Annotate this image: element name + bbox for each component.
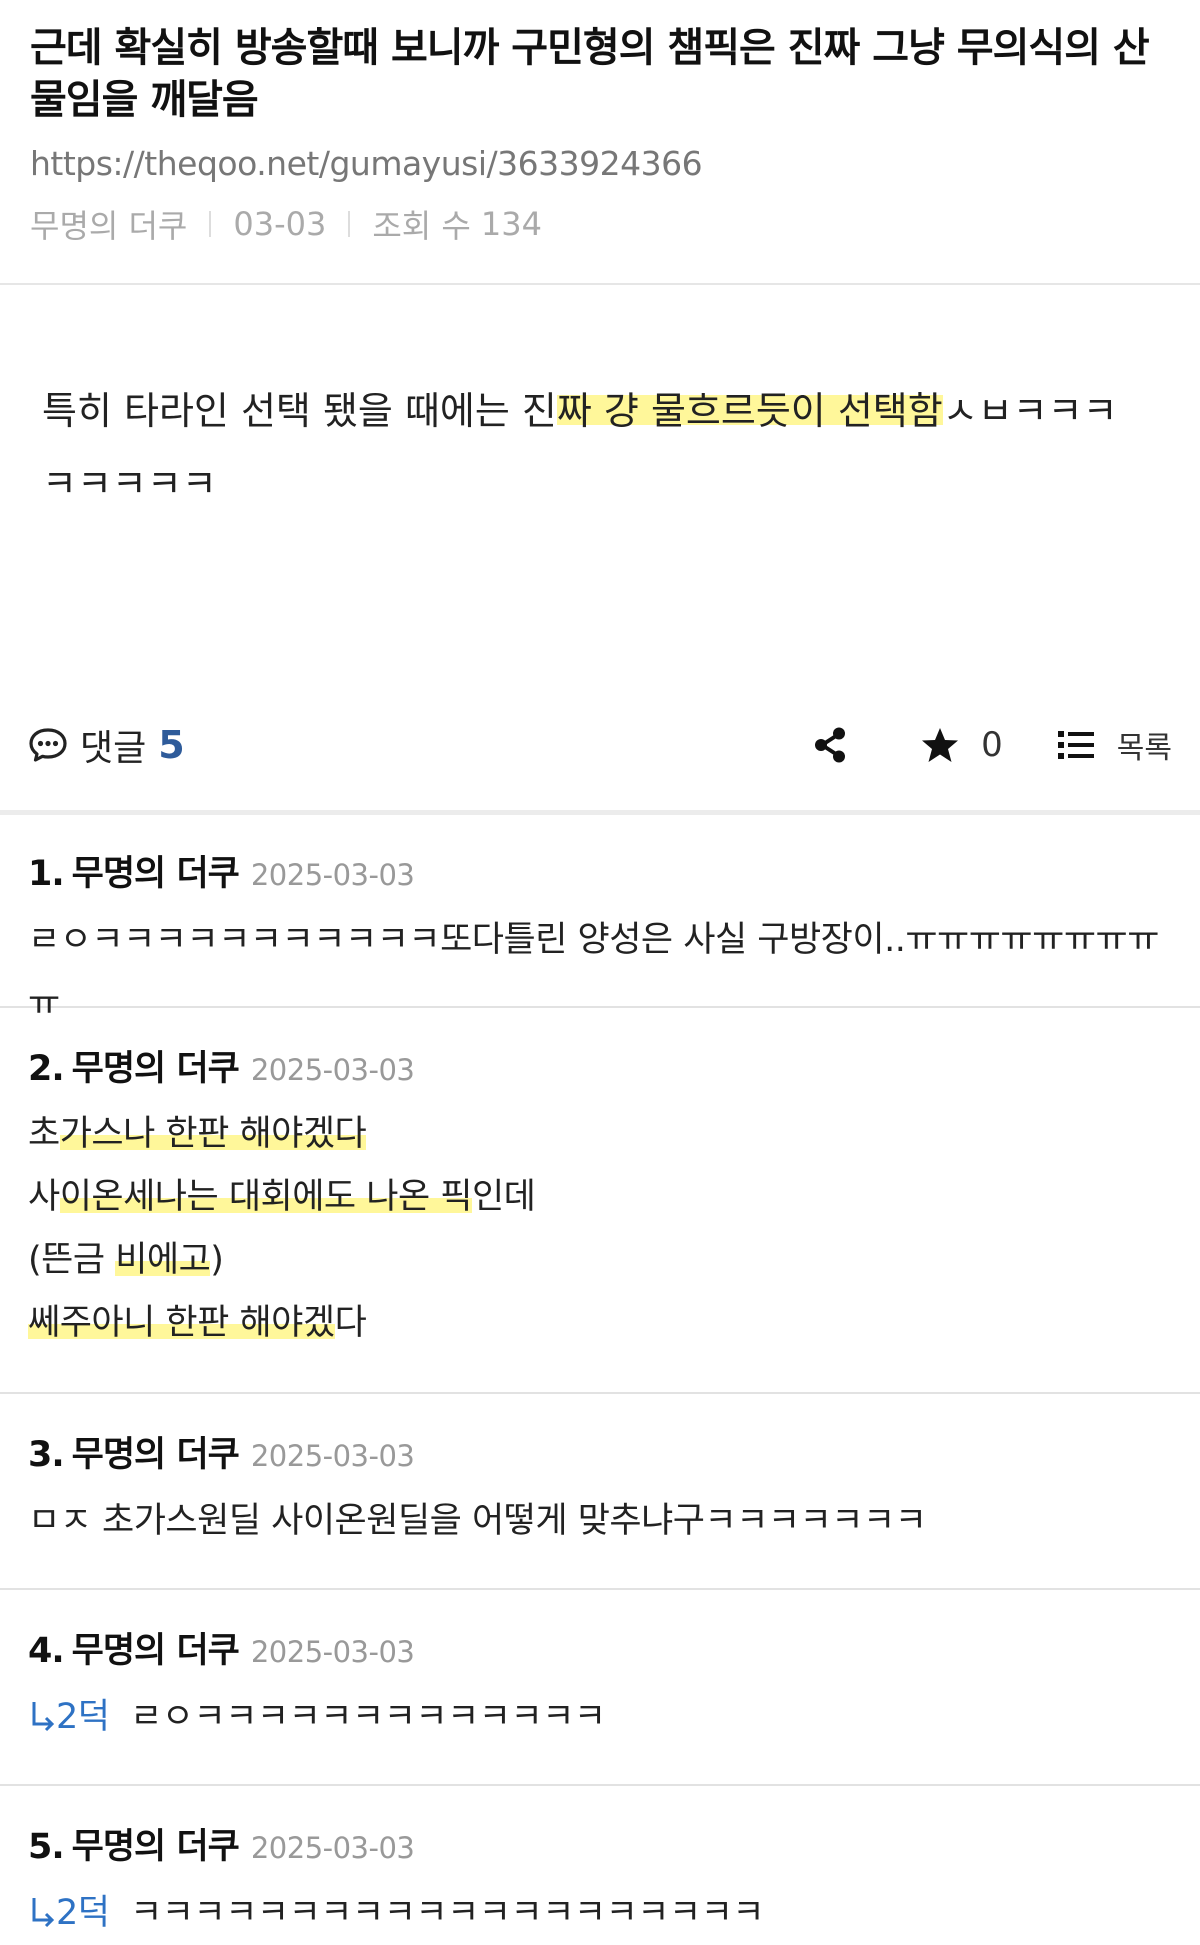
comment-text-segment: ): [210, 1240, 224, 1280]
comment-item: 3. 무명의 더쿠 2025-03-03 ㅁㅈ 초가스원딜 사이온원딜을 어떻게…: [0, 1394, 1200, 1590]
comment-author: 무명의 더쿠: [71, 1435, 240, 1475]
comment-date: 2025-03-03: [250, 1053, 415, 1087]
reply-arrow-icon: [32, 1898, 55, 1928]
share-icon: [815, 727, 846, 763]
comment-line: 초가스나 한판 해야겠다: [28, 1103, 1172, 1166]
highlighted-text: 이온세나는 대회에도 나온 픽: [59, 1177, 472, 1217]
comment-author: 무명의 더쿠: [71, 1827, 240, 1867]
comment-bubble-icon: [29, 728, 67, 762]
post-body: 특히 타라인 선택 됐을 때에는 진짜 걍 물흐르듯이 선택함ㅅㅂㅋㅋㅋ ㅋㅋㅋ…: [0, 285, 1200, 680]
comment-number: 3.: [28, 1435, 65, 1475]
comments-button[interactable]: 댓글 5: [28, 719, 185, 771]
post-body-line: 특히 타라인 선택 됐을 때에는 진짜 걍 물흐르듯이 선택함ㅅㅂㅋㅋㅋ: [42, 285, 1158, 448]
comment-date: 2025-03-03: [250, 1635, 415, 1669]
comments-label: 댓글: [80, 728, 147, 769]
highlighted-text: 짜 걍 물흐르듯이 선택함: [556, 389, 943, 433]
post-body-text: ㅅㅂㅋㅋㅋ: [942, 389, 1118, 433]
comment-date: 2025-03-03: [250, 1439, 415, 1473]
star-icon: [922, 728, 959, 762]
meta-divider: [348, 211, 351, 237]
comment-item: 2. 무명의 더쿠 2025-03-03 초가스나 한판 해야겠다 사이온세나는…: [0, 1008, 1200, 1394]
list-button[interactable]: 목록: [1057, 723, 1172, 767]
comment-text-segment: 인데: [471, 1177, 536, 1217]
comment-header: 5. 무명의 더쿠 2025-03-03: [28, 1818, 1172, 1869]
reply-arrow-icon: [32, 1702, 55, 1732]
comment-number: 2.: [28, 1049, 65, 1089]
list-label: 목록: [1116, 731, 1172, 766]
post-title: 근데 확실히 방송할때 보니까 구민형의 챔픽은 진짜 그냥 무의식의 산물임을…: [30, 25, 1150, 123]
reply-reference-link[interactable]: 2덕: [28, 1893, 110, 1933]
comment-date: 2025-03-03: [250, 858, 415, 892]
comment-author: 무명의 더쿠: [71, 1049, 240, 1089]
post-date: 03-03: [233, 205, 327, 243]
star-button[interactable]: 0: [921, 725, 1003, 765]
comment-header: 1. 무명의 더쿠 2025-03-03: [28, 845, 1172, 896]
comment-header: 4. 무명의 더쿠 2025-03-03: [28, 1622, 1172, 1673]
post-body-line: ㅋㅋㅋㅋㅋ: [42, 448, 1158, 521]
comment-item: 1. 무명의 더쿠 2025-03-03 ㄹㅇㅋㅋㅋㅋㅋㅋㅋㅋㅋㅋㅋ또다틀린 양…: [0, 815, 1200, 1024]
post-actions: 0 목록: [813, 723, 1172, 767]
reply-reference-label: 2덕: [56, 1893, 110, 1933]
comment-author: 무명의 더쿠: [71, 1631, 240, 1671]
comment-item: 4. 무명의 더쿠 2025-03-03 2덕 ㄹㅇㅋㅋㅋㅋㅋㅋㅋㅋㅋㅋㅋㅋㅋ: [0, 1590, 1200, 1786]
post-body-text: ㅋㅋㅋㅋㅋ: [42, 462, 217, 506]
comment-text-segment: ㄹㅇㅋㅋㅋㅋㅋㅋㅋㅋㅋㅋㅋㅋㅋ: [130, 1697, 606, 1737]
share-button[interactable]: [813, 726, 847, 764]
comment-text-segment: 다: [334, 1303, 367, 1343]
action-bar: 댓글 5 0 목록: [0, 680, 1200, 815]
comment-line: 쎄주아니 한판 해야겠다: [28, 1292, 1172, 1355]
meta-divider: [209, 211, 212, 237]
comment-item: 5. 무명의 더쿠 2025-03-03 2덕 ㅋㅋㅋㅋㅋㅋㅋㅋㅋㅋㅋㅋㅋㅋㅋㅋ…: [0, 1786, 1200, 1945]
comment-header: 2. 무명의 더쿠 2025-03-03: [28, 1040, 1172, 1091]
post-url[interactable]: https://theqoo.net/gumayusi/3633924366: [30, 144, 1170, 183]
comment-line: (뜬금 비에고): [28, 1229, 1172, 1292]
comment-number: 1.: [28, 854, 65, 894]
comment-date: 2025-03-03: [250, 1831, 415, 1865]
comment-number: 5.: [28, 1827, 65, 1867]
comment-header: 3. 무명의 더쿠 2025-03-03: [28, 1426, 1172, 1477]
list-icon: [1057, 731, 1094, 759]
comment-text: 초가스나 한판 해야겠다 사이온세나는 대회에도 나온 픽인데 (뜬금 비에고)…: [28, 1103, 1172, 1355]
highlighted-text: 가스나 한판 해야겠다: [59, 1114, 367, 1154]
highlighted-text: 쎄주아니 한판 해야겠: [28, 1303, 335, 1343]
reply-reference-link[interactable]: 2덕: [28, 1697, 110, 1737]
post-body-text: 특히 타라인 선택 됐을 때에는 진: [42, 389, 557, 433]
highlighted-text: 비에고: [115, 1240, 211, 1280]
comment-text-segment: 초: [28, 1114, 60, 1154]
comment-text: ㅁㅈ 초가스원딜 사이온원딜을 어떻게 맞추냐구ㅋㅋㅋㅋㅋㅋㅋ: [28, 1501, 927, 1541]
comment-text-segment: (뜬금: [28, 1240, 116, 1280]
comment-text-segment: 사: [28, 1177, 60, 1217]
post-views-label: 조회 수: [372, 207, 471, 245]
post-author: 무명의 더쿠: [30, 207, 188, 245]
comment-author: 무명의 더쿠: [71, 854, 240, 894]
reply-reference-label: 2덕: [56, 1697, 110, 1737]
comment-number: 4.: [28, 1631, 65, 1671]
star-count: 0: [981, 725, 1003, 765]
post-views: 134: [480, 205, 542, 243]
comment-text: 2덕 ㄹㅇㅋㅋㅋㅋㅋㅋㅋㅋㅋㅋㅋㅋㅋ: [28, 1685, 1172, 1749]
comments-count: 5: [158, 723, 185, 767]
post-header: 근데 확실히 방송할때 보니까 구민형의 챔픽은 진짜 그냥 무의식의 산물임을…: [0, 0, 1200, 285]
comment-line: 사이온세나는 대회에도 나온 픽인데: [28, 1166, 1172, 1229]
post-meta: 무명의 더쿠 03-03 조회 수 134: [30, 201, 1170, 247]
comment-text-segment: ㅋㅋㅋㅋㅋㅋㅋㅋㅋㅋㅋㅋㅋㅋㅋㅋㅋㅋㅋㅋ: [130, 1893, 765, 1933]
comment-text: 2덕 ㅋㅋㅋㅋㅋㅋㅋㅋㅋㅋㅋㅋㅋㅋㅋㅋㅋㅋㅋㅋ: [28, 1881, 1172, 1945]
